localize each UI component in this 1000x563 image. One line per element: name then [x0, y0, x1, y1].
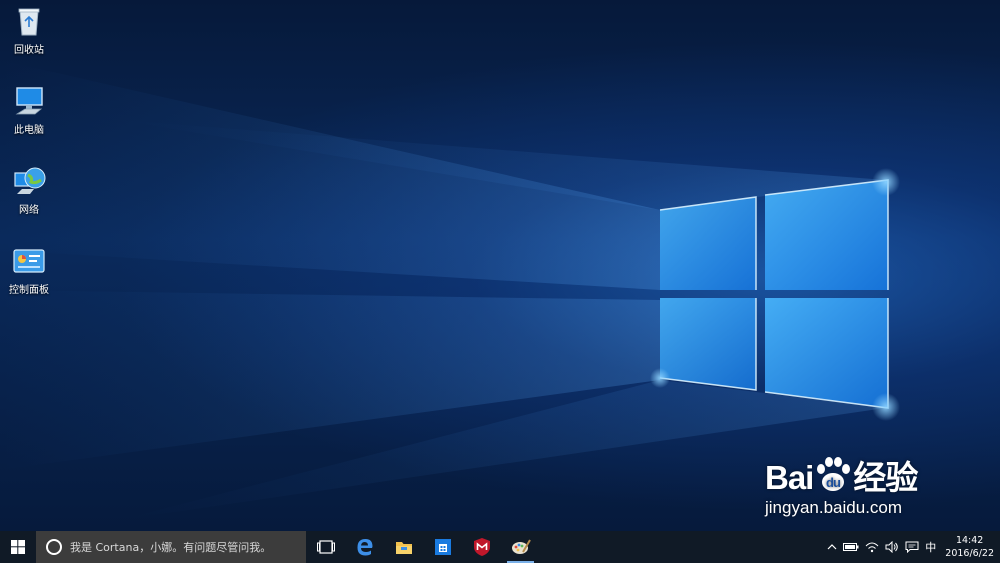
baidu-jingyan-watermark: Bai du 经验 jingyan.baidu.com — [765, 455, 918, 518]
file-explorer-icon — [395, 542, 412, 554]
network-icon — [14, 167, 46, 194]
paint-icon — [511, 539, 531, 554]
desktop-icon-recycle-bin[interactable]: 回收站 — [0, 4, 64, 56]
battery-button[interactable] — [840, 542, 862, 552]
cortana-search-placeholder: 我是 Cortana，小娜。有问题尽管问我。 — [70, 541, 272, 554]
control-panel-icon — [13, 249, 45, 273]
taskbar-edge[interactable] — [345, 531, 384, 563]
desktop-icon-label: 回收站 — [14, 45, 44, 56]
watermark-brand-prefix: Bai — [765, 459, 814, 496]
start-button[interactable] — [0, 531, 36, 563]
watermark-url: jingyan.baidu.com — [765, 498, 903, 517]
desktop-icon-label: 此电脑 — [14, 125, 44, 136]
battery-icon — [843, 543, 859, 551]
windows-logo-icon — [11, 540, 25, 554]
task-view-icon — [316, 540, 335, 554]
show-hidden-icons-button[interactable] — [824, 543, 840, 551]
desktop-icon-network[interactable]: 网络 — [0, 164, 64, 216]
task-view-button[interactable] — [306, 531, 345, 563]
recycle-bin-icon — [18, 8, 40, 36]
taskbar-mcafee[interactable] — [462, 531, 501, 563]
svg-text:du: du — [826, 475, 841, 490]
chevron-up-icon — [827, 544, 837, 550]
windows-hero-wallpaper — [0, 60, 900, 520]
taskbar-clock[interactable]: 14:42 2016/6/22 — [939, 534, 1000, 560]
cortana-search-box[interactable]: 我是 Cortana，小娜。有问题尽管问我。 — [36, 531, 306, 563]
desktop-icon-control-panel[interactable]: 控制面板 — [0, 244, 64, 296]
edge-icon — [357, 539, 372, 556]
watermark-brand: Bai du 经验 — [765, 455, 918, 496]
cortana-icon — [46, 539, 62, 555]
system-tray: 中 14:42 2016/6/22 — [824, 531, 1000, 563]
watermark-brand-suffix: 经验 — [853, 459, 918, 496]
volume-button[interactable] — [882, 541, 902, 553]
notification-icon — [905, 541, 919, 553]
baidu-paw-icon: du — [817, 457, 851, 491]
input-method-indicator[interactable]: 中 — [922, 539, 939, 555]
store-icon — [434, 539, 451, 555]
taskbar-file-explorer[interactable] — [384, 531, 423, 563]
taskbar: 我是 Cortana，小娜。有问题尽管问我。 中 14:42 2016/6/22 — [0, 531, 1000, 563]
desktop-icon-label: 网络 — [19, 205, 39, 216]
wifi-icon — [865, 542, 879, 553]
desktop[interactable]: 回收站 此电脑 网络 控制面板 Bai du 经验 jingyan.baidu.… — [0, 0, 1000, 531]
wifi-button[interactable] — [862, 541, 882, 553]
action-center-button[interactable] — [902, 541, 922, 553]
computer-icon — [15, 87, 43, 115]
taskbar-paint[interactable] — [501, 531, 540, 563]
mcafee-icon — [473, 538, 490, 556]
clock-date: 2016/6/22 — [945, 548, 994, 559]
speaker-icon — [885, 541, 899, 553]
desktop-icon-label: 控制面板 — [9, 285, 49, 296]
clock-time: 14:42 — [955, 535, 984, 546]
taskbar-store[interactable] — [423, 531, 462, 563]
desktop-icon-this-pc[interactable]: 此电脑 — [0, 84, 64, 136]
